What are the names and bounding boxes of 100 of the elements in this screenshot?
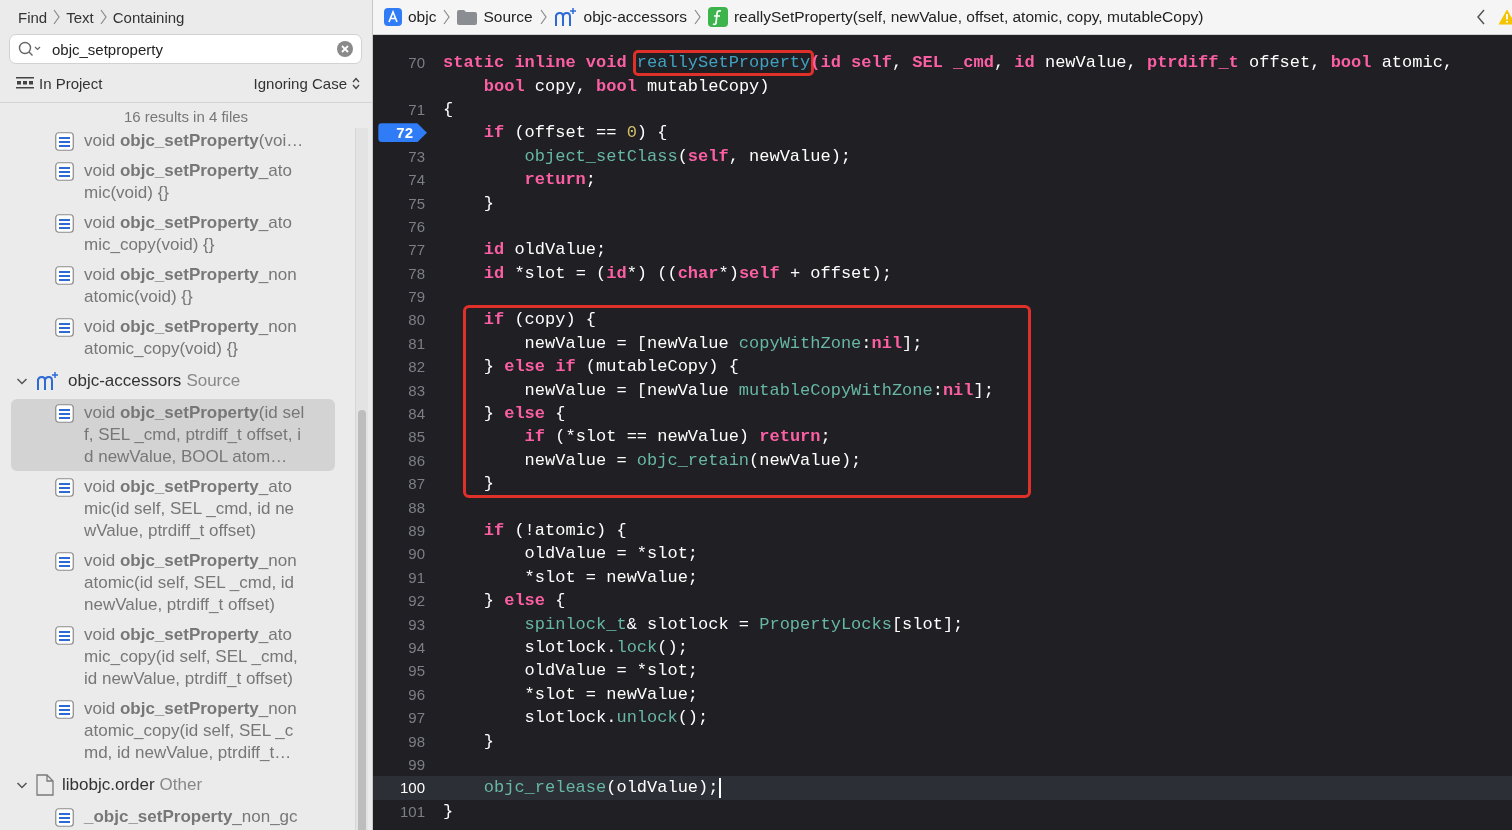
jump-bar-item[interactable]: objc-accessors <box>553 7 687 27</box>
search-result[interactable]: void objc_setProperty_atomic_copy(id self, SEL _cmd, id newValue, ptrdiff_t offset) <box>11 624 335 690</box>
function-call: lock <box>616 637 658 657</box>
file-group-header[interactable]: objc-accessors Source <box>0 368 355 394</box>
code-keyword: ptrdiff_t <box>1146 53 1239 73</box>
code-text: : <box>861 333 872 353</box>
scrollbar-thumb[interactable] <box>358 410 366 830</box>
line-number: 96 <box>408 685 426 703</box>
code-text: copy, <box>533 76 587 96</box>
source-file-icon <box>553 7 578 27</box>
search-result[interactable]: void objc_setProperty_atomic_copy(void) {} <box>11 212 335 256</box>
code-text: oldValue = *slot; <box>523 544 699 564</box>
search-result[interactable]: void objc_setProperty_atomic(id self, SEL _cmd, id newValue, ptrdiff_t offset) <box>11 476 335 542</box>
breadcrumb-item[interactable]: Text <box>66 8 94 26</box>
code-text: ) { <box>636 123 668 143</box>
line-number: 81 <box>408 334 426 352</box>
results-summary: 16 results in 4 files <box>0 102 372 128</box>
line-number: 89 <box>408 522 426 539</box>
line-number: 83 <box>408 381 426 399</box>
search-input[interactable]: objc_setproperty <box>48 40 331 58</box>
function-call: spinlock_t <box>523 614 627 634</box>
clear-icon[interactable] <box>337 41 353 57</box>
search-result[interactable]: void objc_setProperty_nonatomic_copy(id self, SEL _cmd, id newValue, ptrdiff_t… <box>11 698 335 764</box>
line-number: 78 <box>408 264 426 282</box>
search-field[interactable]: objc_setproperty <box>9 34 362 64</box>
breadcrumb-item[interactable]: Find <box>18 8 48 26</box>
text-lines-icon <box>55 162 74 181</box>
code-keyword: id <box>1014 53 1035 73</box>
line-number: 82 <box>408 358 426 376</box>
jump-bar-item[interactable]: objc <box>384 8 437 26</box>
code-keyword: nil <box>942 380 974 400</box>
code-text: (copy) { <box>513 310 597 330</box>
code-keyword: char <box>677 263 719 283</box>
chevron-icon <box>539 9 547 25</box>
breakpoint-marker[interactable]: 72 <box>378 123 427 143</box>
code-keyword: id <box>606 263 627 283</box>
text-lines-icon <box>55 318 74 337</box>
code-keyword: if <box>482 521 505 540</box>
code-text: (!atomic) { <box>513 521 627 540</box>
line-number: 100 <box>399 779 426 797</box>
line-number: 74 <box>408 171 426 189</box>
line-number: 97 <box>408 709 426 727</box>
code-text: ( <box>677 146 688 166</box>
jump-bar-item[interactable]: reallySetProperty(self, newValue, offset, atomic, copy, mutableCopy) <box>707 7 1204 27</box>
code-text: *slot = newValue; <box>523 684 699 704</box>
chevron-icon <box>53 9 61 25</box>
function-call: PropertyLocks <box>759 614 892 634</box>
line-number: 101 <box>399 802 426 820</box>
function-call: unlock <box>616 708 678 728</box>
folder-icon <box>457 9 478 25</box>
search-result[interactable]: void objc_setProperty(voi… <box>11 130 335 152</box>
search-result[interactable]: _objc_setProperty_non_gc <box>11 806 335 828</box>
back-icon[interactable] <box>1476 9 1486 25</box>
scope-button[interactable]: In Project <box>16 74 103 92</box>
code-keyword: if <box>482 310 505 330</box>
code-text: { <box>554 404 566 424</box>
file-group-header[interactable]: libobjc.order Other <box>0 772 355 798</box>
line-number: 84 <box>408 405 426 423</box>
text-lines-icon <box>55 626 74 645</box>
search-result[interactable]: void objc_setProperty_nonatomic(id self, SEL _cmd, id newValue, ptrdiff_t offset) <box>11 550 335 616</box>
file-name: libobjc.order <box>62 775 155 795</box>
function-call: copyWithZone <box>738 333 862 353</box>
line-number: 88 <box>408 498 426 516</box>
search-result[interactable]: void objc_setProperty_nonatomic(void) {} <box>11 264 335 308</box>
code-keyword: SEL _cmd <box>912 53 994 73</box>
line-number: 93 <box>408 615 426 633</box>
code-keyword: if <box>523 427 546 447</box>
code-text: *slot = newValue; <box>523 567 699 587</box>
function-call: object_setClass <box>523 146 678 166</box>
code-keyword: self <box>738 263 780 283</box>
code-text: (oldValue); <box>606 778 719 798</box>
line-number: 80 <box>408 311 426 329</box>
line-number: 94 <box>408 638 426 656</box>
code-text: *) <box>718 263 739 283</box>
code-text: ; <box>820 427 831 447</box>
code-text: } <box>482 357 495 377</box>
chevron-icon <box>443 9 451 25</box>
text-lines-icon <box>55 266 74 285</box>
search-result[interactable]: void objc_setProperty_nonatomic_copy(void) {} <box>11 316 335 360</box>
function-icon <box>707 7 728 27</box>
function-call: objc_retain <box>636 450 750 470</box>
code-keyword: id <box>482 240 505 260</box>
breadcrumb-item[interactable]: Containing <box>112 8 185 26</box>
code-text: (); <box>657 637 688 657</box>
code-text: } <box>482 731 494 751</box>
code-keyword: else if <box>504 357 576 377</box>
code-text: mutableCopy) <box>646 76 770 96</box>
matching-popup[interactable]: Ignoring Case <box>253 74 360 92</box>
project-icon <box>384 8 402 26</box>
code-text: newValue = [newValue <box>523 380 730 400</box>
jump-bar-item[interactable]: Source <box>457 8 533 26</box>
code-text: } <box>482 193 494 213</box>
code-text: newValue, <box>1043 53 1138 73</box>
code-text: , <box>891 53 904 73</box>
text-lines-icon <box>55 214 74 233</box>
scrollbar[interactable] <box>355 128 368 830</box>
text-lines-icon <box>55 808 74 827</box>
code-text: slotlock. <box>523 637 617 657</box>
line-number: 79 <box>408 288 426 306</box>
search-result[interactable]: void objc_setProperty_atomic(void) {} <box>11 160 335 204</box>
